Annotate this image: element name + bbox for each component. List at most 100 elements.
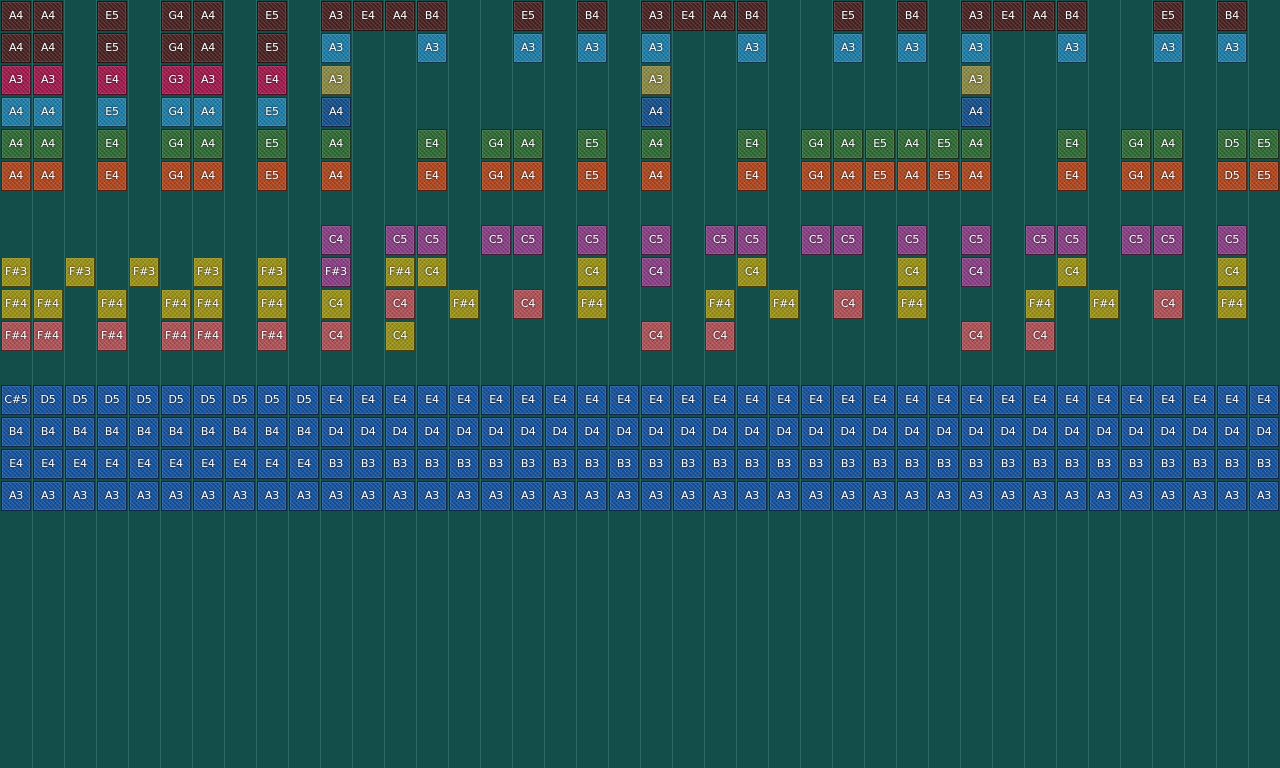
note-block[interactable]: A3 xyxy=(321,481,351,511)
note-block[interactable]: E5 xyxy=(97,33,127,63)
note-block[interactable]: D4 xyxy=(1089,417,1119,447)
note-block[interactable]: E4 xyxy=(737,161,767,191)
note-block[interactable]: F#4 xyxy=(897,289,927,319)
note-block[interactable]: B3 xyxy=(577,449,607,479)
note-block[interactable]: A4 xyxy=(385,1,415,31)
note-block[interactable]: C5 xyxy=(1057,225,1087,255)
note-block[interactable]: C4 xyxy=(1057,257,1087,287)
note-block[interactable]: B3 xyxy=(1025,449,1055,479)
note-block[interactable]: D5 xyxy=(161,385,191,415)
note-block[interactable]: E4 xyxy=(417,129,447,159)
note-block[interactable]: F#4 xyxy=(1217,289,1247,319)
note-block[interactable]: C5 xyxy=(737,225,767,255)
note-block[interactable]: E4 xyxy=(481,385,511,415)
note-block[interactable]: A4 xyxy=(1,33,31,63)
note-block[interactable]: F#4 xyxy=(33,289,63,319)
note-block[interactable]: E4 xyxy=(65,449,95,479)
note-block[interactable]: E4 xyxy=(769,385,799,415)
note-block[interactable]: B3 xyxy=(929,449,959,479)
note-block[interactable]: G4 xyxy=(161,33,191,63)
note-block[interactable]: D4 xyxy=(1153,417,1183,447)
note-block[interactable]: C4 xyxy=(833,289,863,319)
note-block[interactable]: F#3 xyxy=(257,257,287,287)
note-block[interactable]: C4 xyxy=(1217,257,1247,287)
note-block[interactable]: C4 xyxy=(385,289,415,319)
note-block[interactable]: C4 xyxy=(737,257,767,287)
note-block[interactable]: A4 xyxy=(321,161,351,191)
note-block[interactable]: E4 xyxy=(385,385,415,415)
note-block[interactable]: E4 xyxy=(129,449,159,479)
note-block[interactable]: E5 xyxy=(97,1,127,31)
note-block[interactable]: A3 xyxy=(641,65,671,95)
note-block[interactable]: C4 xyxy=(577,257,607,287)
note-block[interactable]: B4 xyxy=(193,417,223,447)
note-block[interactable]: A3 xyxy=(1153,33,1183,63)
note-block[interactable]: A3 xyxy=(225,481,255,511)
note-block[interactable]: D4 xyxy=(705,417,735,447)
note-block[interactable]: A3 xyxy=(577,481,607,511)
note-block[interactable]: B3 xyxy=(1185,449,1215,479)
note-block[interactable]: B3 xyxy=(321,449,351,479)
note-block[interactable]: C5 xyxy=(1217,225,1247,255)
note-block[interactable]: D4 xyxy=(481,417,511,447)
note-block[interactable]: D4 xyxy=(449,417,479,447)
note-block[interactable]: G4 xyxy=(161,129,191,159)
note-block[interactable]: E4 xyxy=(97,449,127,479)
note-block[interactable]: E4 xyxy=(1121,385,1151,415)
note-block[interactable]: A4 xyxy=(833,161,863,191)
note-block[interactable]: C5 xyxy=(481,225,511,255)
note-block[interactable]: A4 xyxy=(897,129,927,159)
note-block[interactable]: F#4 xyxy=(161,321,191,351)
note-block[interactable]: E4 xyxy=(737,129,767,159)
note-block[interactable]: C4 xyxy=(961,257,991,287)
note-block[interactable]: A4 xyxy=(1,1,31,31)
note-block[interactable]: E4 xyxy=(353,1,383,31)
note-block[interactable]: A3 xyxy=(897,33,927,63)
note-block[interactable]: E4 xyxy=(193,449,223,479)
note-block[interactable]: F#3 xyxy=(1,257,31,287)
note-block[interactable]: E5 xyxy=(257,161,287,191)
note-block[interactable]: E4 xyxy=(609,385,639,415)
note-block[interactable]: E4 xyxy=(545,385,575,415)
note-block[interactable]: A3 xyxy=(961,65,991,95)
note-block[interactable]: D5 xyxy=(289,385,319,415)
note-block[interactable]: A3 xyxy=(833,481,863,511)
note-block[interactable]: A3 xyxy=(481,481,511,511)
note-block[interactable]: F#4 xyxy=(769,289,799,319)
note-block[interactable]: E4 xyxy=(449,385,479,415)
note-block[interactable]: C5 xyxy=(961,225,991,255)
note-block[interactable]: F#4 xyxy=(385,257,415,287)
note-block[interactable]: G3 xyxy=(161,65,191,95)
note-block[interactable]: B4 xyxy=(577,1,607,31)
note-block[interactable]: C#5 xyxy=(1,385,31,415)
note-block[interactable]: E5 xyxy=(257,33,287,63)
note-block[interactable]: A3 xyxy=(289,481,319,511)
note-block[interactable]: E4 xyxy=(993,385,1023,415)
note-block[interactable]: E4 xyxy=(321,385,351,415)
note-block[interactable]: A3 xyxy=(1057,481,1087,511)
note-block[interactable]: D4 xyxy=(865,417,895,447)
note-block[interactable]: E5 xyxy=(577,129,607,159)
note-block[interactable]: B3 xyxy=(801,449,831,479)
note-block[interactable]: B4 xyxy=(897,1,927,31)
note-block[interactable]: F#4 xyxy=(193,321,223,351)
note-block[interactable]: A3 xyxy=(865,481,895,511)
note-block[interactable]: A3 xyxy=(33,481,63,511)
note-block[interactable]: D4 xyxy=(577,417,607,447)
note-block[interactable]: B4 xyxy=(97,417,127,447)
note-block[interactable]: E5 xyxy=(929,129,959,159)
note-block[interactable]: D5 xyxy=(257,385,287,415)
note-block[interactable]: G4 xyxy=(801,161,831,191)
note-block[interactable]: B3 xyxy=(1121,449,1151,479)
note-block[interactable]: A4 xyxy=(33,161,63,191)
note-block[interactable]: B3 xyxy=(993,449,1023,479)
note-block[interactable]: A4 xyxy=(321,97,351,127)
note-block[interactable]: A4 xyxy=(193,33,223,63)
note-block[interactable]: D4 xyxy=(385,417,415,447)
note-block[interactable]: A4 xyxy=(33,1,63,31)
note-block[interactable]: B3 xyxy=(673,449,703,479)
note-block[interactable]: A3 xyxy=(673,481,703,511)
note-block[interactable]: A3 xyxy=(33,65,63,95)
note-block[interactable]: E4 xyxy=(97,65,127,95)
note-block[interactable]: F#4 xyxy=(705,289,735,319)
